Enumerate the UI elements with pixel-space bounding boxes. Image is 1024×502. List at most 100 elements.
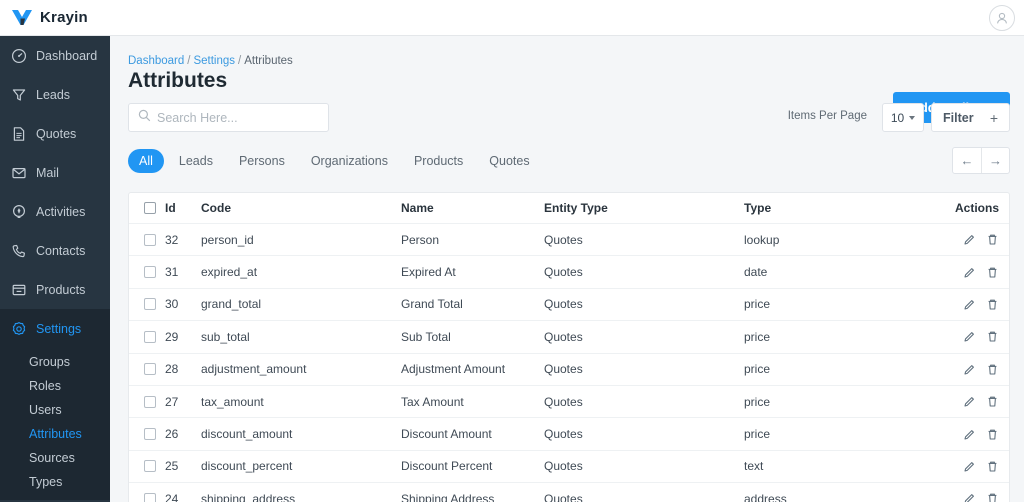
row-checkbox[interactable] — [135, 266, 165, 278]
trash-icon[interactable] — [986, 266, 999, 279]
column-header-name[interactable]: Name — [401, 201, 544, 215]
pencil-icon[interactable] — [963, 428, 976, 441]
arrow-right-icon[interactable]: → — [981, 148, 1009, 173]
sidebar-item-quotes[interactable]: Quotes — [0, 114, 110, 153]
column-header-actions: Actions — [941, 201, 999, 215]
tab-persons[interactable]: Persons — [228, 149, 296, 173]
cell-name: Discount Percent — [401, 459, 544, 473]
tab-leads[interactable]: Leads — [168, 149, 224, 173]
column-header-code[interactable]: Code — [201, 201, 401, 215]
pencil-icon[interactable] — [963, 233, 976, 246]
breadcrumb-settings[interactable]: Settings — [193, 55, 235, 67]
pencil-icon[interactable] — [963, 492, 976, 502]
sidebar-item-activities[interactable]: Activities — [0, 192, 110, 231]
row-checkbox[interactable] — [135, 428, 165, 440]
sidebar-item-settings[interactable]: Settings — [0, 309, 110, 348]
phone-icon — [10, 242, 27, 259]
cell-name: Grand Total — [401, 297, 544, 311]
filter-button[interactable]: Filter + — [931, 103, 1010, 132]
cell-code: adjustment_amount — [201, 362, 401, 376]
sidebar-item-dashboard[interactable]: Dashboard — [0, 36, 110, 75]
pencil-icon[interactable] — [963, 395, 976, 408]
pencil-icon[interactable] — [963, 460, 976, 473]
search-icon — [138, 109, 151, 127]
sidebar-item-sources[interactable]: Sources — [0, 446, 110, 470]
row-checkbox[interactable] — [135, 460, 165, 472]
page-title: Attributes — [110, 67, 1024, 93]
row-checkbox[interactable] — [135, 493, 165, 502]
trash-icon[interactable] — [986, 492, 999, 502]
user-avatar-icon[interactable] — [989, 5, 1015, 31]
pencil-icon[interactable] — [963, 298, 976, 311]
lightbulb-icon — [10, 203, 27, 220]
trash-icon[interactable] — [986, 395, 999, 408]
pencil-icon[interactable] — [963, 363, 976, 376]
sidebar-item-leads[interactable]: Leads — [0, 75, 110, 114]
sidebar-item-label: Settings — [36, 322, 81, 336]
sidebar: Dashboard Leads Quotes Mail Activities C… — [0, 36, 110, 502]
table-row[interactable]: 24shipping_addressShipping AddressQuotes… — [129, 483, 1009, 502]
sidebar-item-label: Leads — [36, 88, 70, 102]
cell-type: price — [744, 362, 941, 376]
row-checkbox[interactable] — [135, 396, 165, 408]
table-row[interactable]: 25discount_percentDiscount PercentQuotes… — [129, 451, 1009, 483]
brand-name: Krayin — [40, 9, 88, 26]
gauge-icon — [10, 47, 27, 64]
table-row[interactable]: 27tax_amountTax AmountQuotesprice — [129, 386, 1009, 418]
tab-all[interactable]: All — [128, 149, 164, 173]
trash-icon[interactable] — [986, 330, 999, 343]
tab-quotes[interactable]: Quotes — [478, 149, 540, 173]
sidebar-item-attributes[interactable]: Attributes — [0, 422, 110, 446]
main-content: Dashboard/Settings/Attributes Attributes… — [110, 36, 1024, 502]
trash-icon[interactable] — [986, 298, 999, 311]
arrow-left-icon[interactable]: ← — [953, 148, 981, 173]
row-checkbox[interactable] — [135, 331, 165, 343]
items-per-page-label: Items Per Page — [788, 110, 867, 122]
search-input[interactable] — [157, 111, 317, 125]
entity-tabs: All Leads Persons Organizations Products… — [128, 149, 541, 173]
row-checkbox[interactable] — [135, 298, 165, 310]
table-row[interactable]: 30grand_totalGrand TotalQuotesprice — [129, 289, 1009, 321]
cell-code: discount_amount — [201, 427, 401, 441]
items-per-page-select[interactable]: 10 — [882, 103, 924, 132]
row-checkbox[interactable] — [135, 363, 165, 375]
sidebar-item-users[interactable]: Users — [0, 398, 110, 422]
chevron-down-icon — [909, 116, 915, 120]
table-row[interactable]: 32person_idPersonQuoteslookup — [129, 224, 1009, 256]
breadcrumb-dashboard[interactable]: Dashboard — [128, 55, 184, 67]
table-body: 32person_idPersonQuoteslookup31expired_a… — [129, 224, 1009, 502]
cell-type: date — [744, 265, 941, 279]
trash-icon[interactable] — [986, 363, 999, 376]
column-header-entity-type[interactable]: Entity Type — [544, 201, 744, 215]
search-box[interactable] — [128, 103, 329, 132]
tab-organizations[interactable]: Organizations — [300, 149, 399, 173]
items-per-page-value: 10 — [891, 111, 904, 125]
cell-id: 31 — [165, 265, 201, 279]
sidebar-item-roles[interactable]: Roles — [0, 374, 110, 398]
pencil-icon[interactable] — [963, 266, 976, 279]
table-row[interactable]: 29sub_totalSub TotalQuotesprice — [129, 321, 1009, 353]
cell-name: Adjustment Amount — [401, 362, 544, 376]
sidebar-item-types[interactable]: Types — [0, 470, 110, 494]
row-checkbox[interactable] — [135, 234, 165, 246]
trash-icon[interactable] — [986, 428, 999, 441]
table-row[interactable]: 26discount_amountDiscount AmountQuotespr… — [129, 418, 1009, 450]
table-row[interactable]: 28adjustment_amountAdjustment AmountQuot… — [129, 354, 1009, 386]
column-header-id[interactable]: Id — [165, 201, 201, 215]
select-all-checkbox[interactable] — [135, 202, 165, 214]
sidebar-item-products[interactable]: Products — [0, 270, 110, 309]
column-header-type[interactable]: Type — [744, 201, 941, 215]
pencil-icon[interactable] — [963, 330, 976, 343]
pagination: ← → — [952, 147, 1010, 174]
table-row[interactable]: 31expired_atExpired AtQuotesdate — [129, 256, 1009, 288]
sidebar-subnav: Groups Roles Users Attributes Sources Ty… — [0, 348, 110, 500]
sidebar-item-groups[interactable]: Groups — [0, 350, 110, 374]
trash-icon[interactable] — [986, 233, 999, 246]
sidebar-item-mail[interactable]: Mail — [0, 153, 110, 192]
cell-code: shipping_address — [201, 492, 401, 502]
trash-icon[interactable] — [986, 460, 999, 473]
tab-products[interactable]: Products — [403, 149, 474, 173]
sidebar-item-contacts[interactable]: Contacts — [0, 231, 110, 270]
brand[interactable]: Krayin — [0, 8, 88, 28]
cell-type: text — [744, 459, 941, 473]
